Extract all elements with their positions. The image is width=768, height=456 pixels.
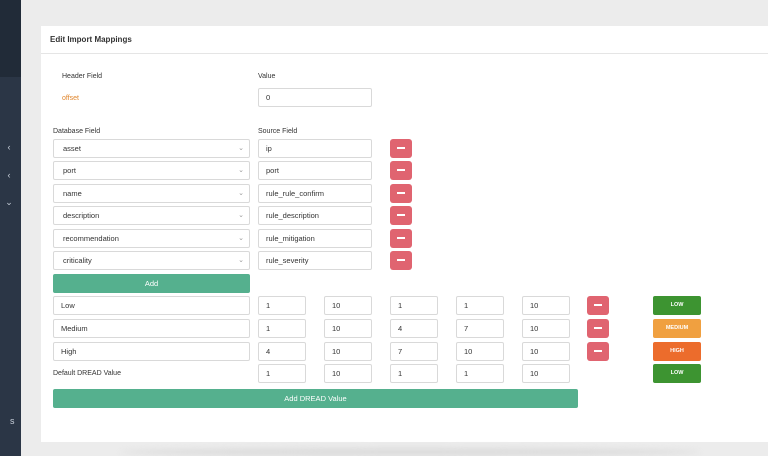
database-field-value: port — [63, 166, 76, 176]
dread-name-input[interactable]: High — [53, 342, 250, 361]
default-dread-label: Default DREAD Value — [53, 370, 121, 377]
remove-dread-button[interactable] — [587, 296, 609, 315]
chevron-down-icon: ⌄ — [238, 212, 244, 220]
dread-value-input[interactable]: 10 — [324, 342, 372, 361]
page-title: Edit Import Mappings — [50, 35, 132, 44]
minus-icon — [397, 236, 405, 239]
minus-icon — [397, 169, 405, 172]
minus-icon — [594, 327, 602, 329]
database-field-value: asset — [63, 144, 81, 153]
sidebar-label-fragment: s — [10, 416, 15, 426]
sidebar-top-band — [0, 0, 21, 77]
dread-value-input[interactable]: 10 — [522, 296, 570, 315]
dread-value-input[interactable]: 7 — [456, 319, 504, 338]
default-dread-value-input[interactable]: 10 — [522, 364, 570, 383]
database-field-select[interactable]: recommendation ⌄ — [53, 228, 250, 248]
database-field-value: criticality — [63, 256, 92, 265]
minus-icon — [397, 191, 405, 194]
source-field-input[interactable]: port — [258, 161, 372, 181]
dread-level-badge: LOW — [653, 296, 701, 315]
database-field-value: description — [63, 211, 100, 221]
database-field-value: name — [63, 188, 82, 198]
remove-mapping-button[interactable] — [390, 161, 412, 181]
source-field-input[interactable]: rule_description — [258, 206, 372, 226]
dread-value-input[interactable]: 10 — [324, 319, 372, 338]
database-field-select[interactable]: description ⌄ — [53, 206, 250, 226]
source-field-input[interactable]: ip — [258, 139, 372, 158]
remove-mapping-button[interactable] — [390, 139, 412, 158]
remove-mapping-button[interactable] — [390, 228, 412, 248]
chevron-down-icon: ⌄ — [238, 189, 244, 197]
dread-value-input[interactable]: 1 — [390, 296, 438, 315]
chevron-down-icon: ⌄ — [238, 167, 244, 175]
default-dread-badge: LOW — [653, 364, 701, 383]
dread-value-input[interactable]: 4 — [390, 319, 438, 338]
header-value-input[interactable]: 0 — [258, 88, 372, 107]
sidebar: ‹ ‹ ⌄ s — [0, 0, 21, 456]
dread-value-input[interactable]: 1 — [456, 296, 504, 315]
source-field-input[interactable]: rule_rule_confirm — [258, 183, 372, 203]
database-field-select[interactable]: criticality ⌄ — [53, 251, 250, 270]
minus-icon — [594, 304, 602, 306]
dread-value-input[interactable]: 1 — [258, 296, 306, 315]
dread-level-badge: HIGH — [653, 342, 701, 361]
dread-value-input[interactable]: 1 — [258, 319, 306, 338]
minus-icon — [397, 259, 405, 261]
chevron-down-icon[interactable]: ⌄ — [4, 197, 14, 207]
dread-value-input[interactable]: 10 — [522, 319, 570, 338]
panel-header: Edit Import Mappings — [41, 26, 768, 54]
add-dread-value-button[interactable]: Add DREAD Value — [53, 389, 578, 408]
dread-name-input[interactable]: Medium — [53, 319, 250, 338]
source-field-input[interactable]: rule_severity — [258, 251, 372, 270]
remove-mapping-button[interactable] — [390, 206, 412, 226]
chevron-down-icon: ⌄ — [238, 234, 244, 242]
minus-icon — [594, 350, 602, 352]
database-field-value: recommendation — [63, 233, 119, 243]
database-field-select[interactable]: asset ⌄ — [53, 139, 250, 158]
dread-value-input[interactable]: 10 — [522, 342, 570, 361]
default-dread-value-input[interactable]: 1 — [390, 364, 438, 383]
minus-icon — [397, 214, 405, 217]
default-dread-value-input[interactable]: 1 — [456, 364, 504, 383]
dread-value-input[interactable]: 4 — [258, 342, 306, 361]
header-field-name: offset — [62, 95, 79, 102]
dread-name-input[interactable]: Low — [53, 296, 250, 315]
dread-value-input[interactable]: 10 — [456, 342, 504, 361]
dread-value-input[interactable]: 10 — [324, 296, 372, 315]
edit-import-mappings-panel: Edit Import Mappings Header Field Value … — [41, 26, 768, 442]
remove-dread-button[interactable] — [587, 319, 609, 338]
remove-mapping-button[interactable] — [390, 251, 412, 270]
default-dread-value-input[interactable]: 1 — [258, 364, 306, 383]
chevron-left-icon[interactable]: ‹ — [4, 170, 14, 180]
chevron-down-icon: ⌄ — [238, 145, 244, 152]
remove-dread-button[interactable] — [587, 342, 609, 361]
remove-mapping-button[interactable] — [390, 183, 412, 203]
default-dread-value-input[interactable]: 10 — [324, 364, 372, 383]
minus-icon — [397, 147, 405, 149]
dread-value-input[interactable]: 7 — [390, 342, 438, 361]
chevron-left-icon[interactable]: ‹ — [4, 142, 14, 152]
database-field-label: Database Field — [53, 128, 101, 135]
value-label: Value — [258, 73, 276, 80]
dread-level-badge: MEDIUM — [653, 319, 701, 338]
database-field-select[interactable]: name ⌄ — [53, 183, 250, 203]
add-mapping-button[interactable]: Add — [53, 274, 250, 293]
source-field-label: Source Field — [258, 128, 298, 135]
header-field-label: Header Field — [62, 73, 103, 80]
panel-shadow — [120, 448, 700, 456]
chevron-down-icon: ⌄ — [238, 257, 244, 264]
database-field-select[interactable]: port ⌄ — [53, 161, 250, 181]
source-field-input[interactable]: rule_mitigation — [258, 228, 372, 248]
